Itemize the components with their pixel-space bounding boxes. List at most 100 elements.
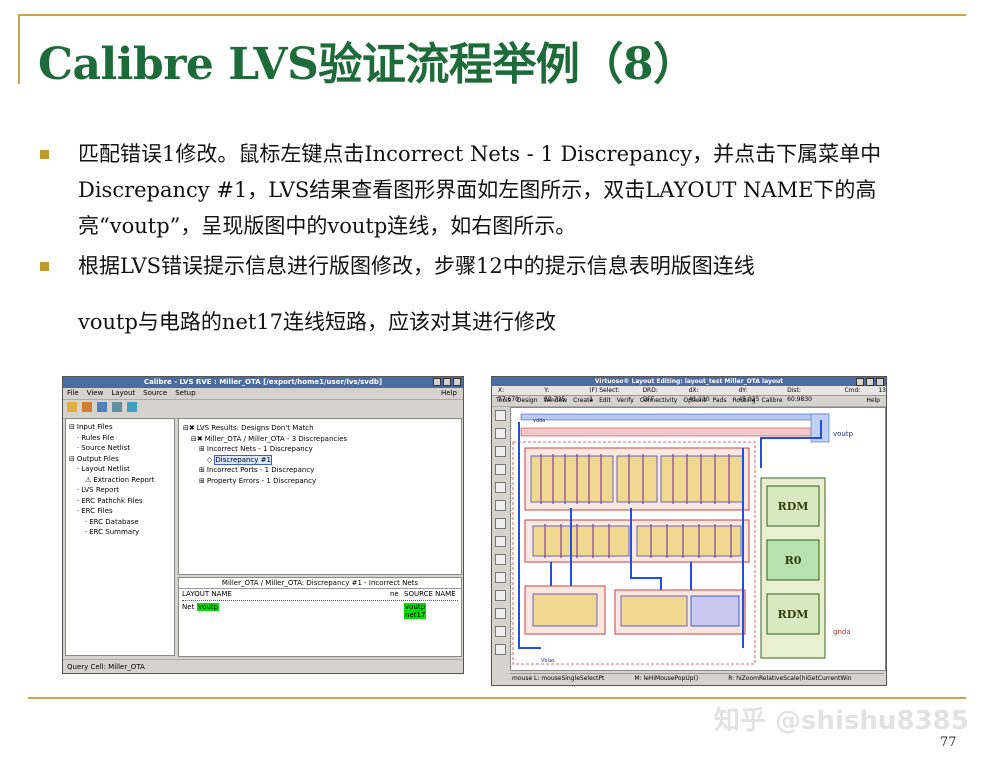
layout-net-voutp[interactable]: voutp xyxy=(197,603,220,611)
tree-node-icon[interactable]: · xyxy=(85,528,87,536)
tree-node-icon[interactable]: ⊟✖ xyxy=(191,435,203,443)
tree-node-icon[interactable]: ⊟ xyxy=(69,423,75,431)
zoom-in-icon[interactable] xyxy=(495,446,506,457)
tree-item[interactable]: · ERC Pathchk Files xyxy=(77,496,143,506)
menu-connectivity[interactable]: Connectivity xyxy=(640,396,678,406)
search-icon[interactable] xyxy=(495,644,506,655)
pencil-icon[interactable] xyxy=(82,402,92,412)
tree-item[interactable]: ⊞ Incorrect Ports - 1 Discrepancy xyxy=(199,465,314,475)
tree-item[interactable]: ⊟ Output Files xyxy=(69,454,119,464)
source-net-net17[interactable]: net17 xyxy=(404,611,427,619)
net-label: Net xyxy=(182,603,195,611)
menu-view[interactable]: View xyxy=(87,388,104,399)
tree-item[interactable]: · ERC Files xyxy=(77,506,113,516)
tree-node-icon[interactable]: · xyxy=(77,434,79,442)
tree-item[interactable]: ⊟✖ Miller_OTA / Miller_OTA - 3 Discrepanc… xyxy=(191,434,347,444)
tree-item-label: Incorrect Ports - 1 Discrepancy xyxy=(206,466,315,474)
tree-item[interactable]: · ERC Summary xyxy=(85,527,139,537)
tree-item-label: Extraction Report xyxy=(93,475,155,484)
menu-design[interactable]: Design xyxy=(517,396,538,406)
menu-calibre[interactable]: Calibre xyxy=(762,396,783,406)
stretch-icon[interactable] xyxy=(495,482,506,493)
menu-create[interactable]: Create xyxy=(573,396,593,406)
menu-help[interactable]: Help xyxy=(866,396,880,406)
tree-item[interactable]: ⊟ Input Files xyxy=(69,422,113,432)
zoom-icon[interactable] xyxy=(127,402,137,412)
tree-item[interactable]: ⊞ Incorrect Nets - 1 Discrepancy xyxy=(199,444,313,454)
move-icon[interactable] xyxy=(495,518,506,529)
path-icon[interactable] xyxy=(495,608,506,619)
tree-node-icon[interactable]: · xyxy=(77,465,79,473)
zoom-out-icon[interactable] xyxy=(495,464,506,475)
tree-node-icon[interactable]: · xyxy=(77,497,79,505)
tree-item-label: Source Netlist xyxy=(81,444,131,452)
tree-item[interactable]: ◇ Discrepancy #1 xyxy=(207,454,272,465)
tree-node-icon[interactable]: ⊟✖ xyxy=(183,424,195,432)
tree-item[interactable]: ⚠ Extraction Report xyxy=(85,475,154,485)
save-icon[interactable] xyxy=(495,410,506,421)
tree-node-icon[interactable]: ⊞ xyxy=(199,445,205,453)
rve-title-bar[interactable]: Calibre - LVS RVE : Miller_OTA [/export/… xyxy=(63,377,463,388)
minimize-icon[interactable] xyxy=(856,378,864,386)
minimize-icon[interactable] xyxy=(433,378,441,386)
virtuoso-title-bar[interactable]: Virtuoso® Layout Editing: layout_test Mi… xyxy=(492,377,886,386)
undo-icon[interactable] xyxy=(495,554,506,565)
tree-node-icon[interactable]: · xyxy=(77,486,79,494)
menu-setup[interactable]: Setup xyxy=(175,388,195,399)
settings-icon[interactable] xyxy=(112,402,122,412)
tree-node-icon[interactable]: ⚠ xyxy=(85,476,91,484)
tree-item-label: Discrepancy #1 xyxy=(214,454,272,465)
bullet-square-icon xyxy=(40,262,49,271)
maximize-icon[interactable] xyxy=(443,378,451,386)
menu-window[interactable]: Window xyxy=(544,396,568,406)
close-icon[interactable] xyxy=(453,378,461,386)
ruler-icon[interactable] xyxy=(495,572,506,583)
menu-routing[interactable]: Routing xyxy=(733,396,756,406)
open-folder-icon[interactable] xyxy=(67,402,77,412)
menu-layout[interactable]: Layout xyxy=(111,388,135,399)
wire-icon[interactable] xyxy=(495,536,506,547)
rve-nav-tree: ⊟ Input Files · Rules File · Source Netlist ⊟ O… xyxy=(65,418,175,656)
coord-cmd: Cmd: xyxy=(844,387,861,394)
zoom-fit-icon[interactable] xyxy=(495,428,506,439)
tree-item[interactable]: · Layout Netlist xyxy=(77,464,130,474)
tree-node-icon[interactable]: · xyxy=(77,507,79,515)
tree-item[interactable]: · ERC Database xyxy=(85,517,139,527)
tree-item-label: Layout Netlist xyxy=(81,465,130,473)
tree-node-icon[interactable]: · xyxy=(85,518,87,526)
tree-node-icon[interactable]: ⊞ xyxy=(199,477,205,485)
property-icon[interactable] xyxy=(495,590,506,601)
menu-edit[interactable]: Edit xyxy=(599,396,611,406)
tree-item[interactable]: ⊟✖ LVS Results: Designs Don't Match xyxy=(183,423,314,433)
bullet-1: 匹配错误1修改。鼠标左键点击Incorrect Nets - 1 Discrep… xyxy=(40,136,950,244)
menu-tools[interactable]: Tools xyxy=(496,396,511,406)
maximize-icon[interactable] xyxy=(866,378,874,386)
highlight-icon[interactable] xyxy=(97,402,107,412)
tree-node-icon[interactable]: ⊟ xyxy=(69,455,75,463)
tree-item[interactable]: · Rules File xyxy=(77,433,114,443)
tree-item-label: Incorrect Nets - 1 Discrepancy xyxy=(206,445,313,453)
tree-node-icon[interactable]: ◇ xyxy=(207,456,212,464)
menu-source[interactable]: Source xyxy=(143,388,167,399)
rve-detail-pane: Miller_OTA / Miller_OTA: Discrepancy #1 … xyxy=(178,577,462,657)
tree-node-icon[interactable]: ⊞ xyxy=(199,466,205,474)
status-mouse-m: M: leHiMousePopUp() xyxy=(634,675,699,682)
top-rule xyxy=(18,14,966,16)
menu-pads[interactable]: Pads xyxy=(713,396,727,406)
source-net-voutp[interactable]: voutp xyxy=(404,603,427,611)
copy-icon[interactable] xyxy=(495,500,506,511)
label-icon[interactable] xyxy=(495,626,506,637)
menu-options[interactable]: Options xyxy=(683,396,706,406)
layout-canvas[interactable]: RDM R0 RDM voutp gnda vdda Vbias xyxy=(510,407,886,671)
tree-item[interactable]: ⊞ Property Errors - 1 Discrepancy xyxy=(199,476,316,486)
tree-item[interactable]: · Source Netlist xyxy=(77,443,130,453)
menu-verify[interactable]: Verify xyxy=(617,396,634,406)
col-ne: ne xyxy=(390,590,399,598)
menu-help[interactable]: Help xyxy=(441,388,457,399)
tree-node-icon[interactable]: · xyxy=(77,444,79,452)
tree-item[interactable]: · LVS Report xyxy=(77,485,119,495)
coord-drd: DRD: OFF xyxy=(642,387,658,403)
bullet-2-continuation: voutp与电路的net17连线短路，应该对其进行修改 xyxy=(78,310,557,334)
close-icon[interactable] xyxy=(876,378,884,386)
menu-file[interactable]: File xyxy=(67,388,79,399)
